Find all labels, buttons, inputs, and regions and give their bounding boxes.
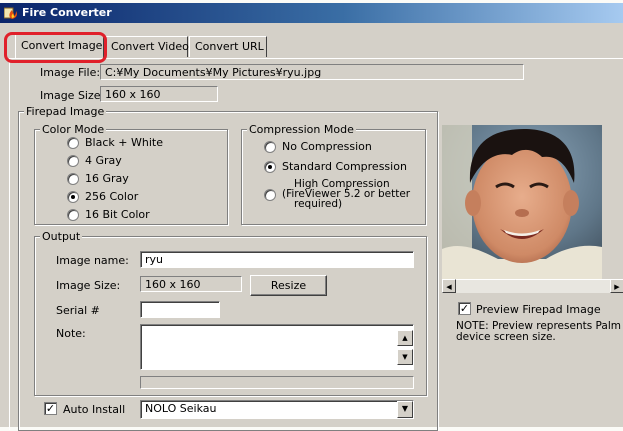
image-size-label: Image Size: bbox=[40, 89, 105, 102]
color-mode-legend: Color Mode bbox=[40, 123, 107, 136]
radio-label: 4 Gray bbox=[85, 154, 122, 167]
selected-user-value: NOLO Seikau bbox=[145, 402, 217, 415]
radio-button-icon[interactable] bbox=[67, 173, 79, 185]
chevron-down-icon[interactable]: ▼ bbox=[397, 401, 413, 418]
radio-16-bit-color[interactable]: 16 Bit Color bbox=[67, 208, 150, 221]
radio-label: 256 Color bbox=[85, 190, 139, 203]
radio-label: Standard Compression bbox=[282, 160, 407, 173]
app-icon bbox=[4, 7, 17, 19]
radio-button-selected-icon[interactable] bbox=[264, 161, 276, 173]
radio-button-icon[interactable] bbox=[264, 141, 276, 153]
radio-label: 16 Bit Color bbox=[85, 208, 150, 221]
radio-label: High Compression (FireViewer 5.2 or bett… bbox=[282, 179, 410, 210]
window-title: Fire Converter bbox=[22, 6, 112, 19]
firepad-image-legend: Firepad Image bbox=[24, 105, 107, 118]
note-scroll-down-button[interactable]: ▼ bbox=[397, 349, 413, 365]
tab-convert-video[interactable]: Convert Video bbox=[105, 36, 189, 57]
radio-label: No Compression bbox=[282, 140, 372, 153]
preview-note: NOTE: Preview represents Palm device scr… bbox=[456, 320, 621, 343]
title-bar[interactable]: Fire Converter bbox=[0, 3, 623, 23]
image-name-label: Image name: bbox=[56, 254, 129, 267]
note-textarea[interactable] bbox=[140, 324, 414, 370]
selected-tab-highlight bbox=[4, 32, 107, 63]
radio-button-icon[interactable] bbox=[67, 209, 79, 221]
scroll-right-button[interactable]: ▶ bbox=[610, 279, 623, 293]
preview-image bbox=[442, 125, 602, 279]
preview-checkbox-label: Preview Firepad Image bbox=[476, 303, 601, 316]
radio-label: 16 Gray bbox=[85, 172, 129, 185]
scroll-left-button[interactable]: ◀ bbox=[442, 279, 456, 293]
radio-label: Black + White bbox=[85, 136, 163, 149]
radio-button-selected-icon[interactable] bbox=[67, 191, 79, 203]
radio-button-icon[interactable] bbox=[264, 189, 276, 201]
radio-4-gray[interactable]: 4 Gray bbox=[67, 154, 122, 167]
preview-checkbox[interactable]: ✓ bbox=[458, 302, 471, 315]
note-progress-bar bbox=[140, 376, 414, 389]
output-image-size-field: 160 x 160 bbox=[140, 276, 242, 292]
image-file-field: C:¥My Documents¥My Pictures¥ryu.jpg bbox=[100, 64, 524, 80]
radio-button-icon[interactable] bbox=[67, 155, 79, 167]
radio-standard-compression[interactable]: Standard Compression bbox=[264, 160, 407, 173]
serial-label: Serial # bbox=[56, 304, 100, 317]
app-window: Fire Converter Convert Image Convert Vid… bbox=[0, 3, 623, 431]
auto-install-checkbox[interactable]: ✓ bbox=[44, 402, 57, 415]
output-legend: Output bbox=[40, 230, 83, 243]
image-name-input[interactable]: ryu bbox=[140, 251, 414, 268]
radio-black-white[interactable]: Black + White bbox=[67, 136, 163, 149]
resize-button[interactable]: Resize bbox=[250, 275, 327, 296]
radio-label-line: required) bbox=[294, 198, 343, 210]
serial-input[interactable] bbox=[140, 301, 220, 318]
radio-16-gray[interactable]: 16 Gray bbox=[67, 172, 129, 185]
compression-mode-legend: Compression Mode bbox=[247, 123, 356, 136]
note-label: Note: bbox=[56, 327, 86, 340]
radio-high-compression[interactable]: High Compression (FireViewer 5.2 or bett… bbox=[264, 179, 410, 209]
image-size-field: 160 x 160 bbox=[100, 86, 218, 102]
radio-256-color[interactable]: 256 Color bbox=[67, 190, 138, 203]
note-scroll-up-button[interactable]: ▲ bbox=[397, 330, 413, 346]
output-image-size-label: Image Size: bbox=[56, 279, 121, 292]
auto-install-label: Auto Install bbox=[63, 403, 126, 416]
radio-button-icon[interactable] bbox=[67, 137, 79, 149]
tab-convert-url[interactable]: Convert URL bbox=[189, 36, 267, 57]
image-file-label: Image File: bbox=[40, 66, 101, 79]
preview-scrollbar[interactable]: ◀ ▶ bbox=[442, 279, 623, 293]
radio-no-compression[interactable]: No Compression bbox=[264, 140, 372, 153]
auto-install-user-select[interactable]: NOLO Seikau bbox=[140, 400, 414, 419]
